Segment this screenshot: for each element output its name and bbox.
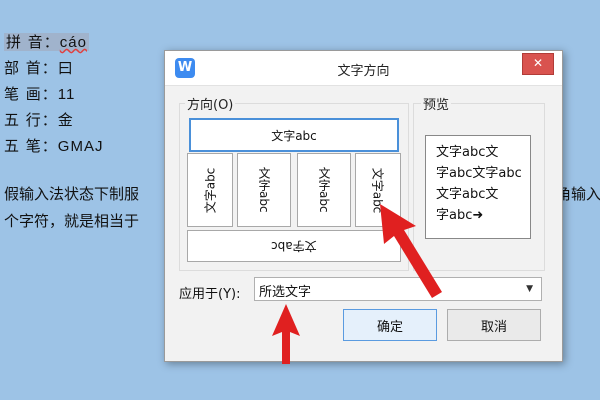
- doc-line-pinyin: 拼 音：cáo: [4, 31, 89, 52]
- option-vertical-rl-label: 文字abc: [317, 167, 331, 213]
- annotation-arrow-select: [272, 304, 300, 364]
- ok-button[interactable]: 确定: [343, 309, 437, 341]
- doc-value: 金: [57, 112, 74, 129]
- option-vertical-rl[interactable]: 文字abc: [297, 153, 351, 227]
- doc-value: GMAJ: [57, 138, 104, 155]
- option-rotate-up[interactable]: 文字abc: [187, 153, 233, 227]
- doc-body-line1: 假输入法状态下制服: [4, 185, 140, 203]
- preview-line: 文字abc文: [436, 187, 499, 202]
- option-horizontal[interactable]: 文字abc: [189, 118, 399, 152]
- cancel-button-label: 取消: [480, 319, 507, 335]
- doc-body-line2: 个字符，就是相当于: [4, 212, 140, 230]
- doc-label: 五 笔：: [4, 137, 58, 155]
- option-rotate-180[interactable]: 文字abc: [187, 230, 401, 262]
- direction-group-label: 方向(O): [185, 94, 236, 113]
- doc-value: 11: [57, 86, 76, 103]
- doc-label: 部 首：: [4, 59, 58, 77]
- preview-group-label: 预览: [421, 94, 452, 113]
- doc-line-bihua: 笔 画：11: [4, 83, 75, 104]
- option-rotate-up-label: 文字abc: [203, 167, 218, 213]
- doc-line-wubi: 五 笔：GMAJ: [4, 135, 103, 156]
- dialog-titlebar[interactable]: W 文字方向 ✕: [165, 51, 562, 86]
- preview-line: 文字abc文: [436, 145, 499, 160]
- dialog-title: 文字方向: [337, 64, 390, 79]
- annotation-arrow-option: [380, 204, 442, 298]
- option-vertical-stacked[interactable]: 文字abc: [237, 153, 291, 227]
- text-direction-dialog: W 文字方向 ✕ 方向(O) 文字abc 文字abc 文字abc 文字abc 文…: [164, 50, 563, 362]
- doc-label: 拼 音：: [6, 33, 60, 51]
- chevron-down-icon: ▼: [526, 284, 533, 294]
- doc-line-wuxing: 五 行：金: [4, 109, 74, 130]
- doc-value: 曰: [57, 60, 74, 77]
- option-horizontal-label: 文字abc: [271, 128, 317, 143]
- option-vertical-stacked-label: 文字abc: [257, 167, 271, 213]
- apply-to-label: 应用于(Y):: [179, 287, 241, 302]
- preview-line: 字abc➜: [436, 208, 484, 223]
- preview-line: 字abc文字abc: [436, 166, 522, 181]
- cancel-button[interactable]: 取消: [447, 309, 541, 341]
- option-rotate-180-label: 文字abc: [271, 238, 317, 253]
- doc-label: 五 行：: [4, 111, 58, 129]
- ok-button-label: 确定: [376, 319, 403, 335]
- doc-label: 笔 画：: [4, 85, 58, 103]
- close-button[interactable]: ✕: [522, 53, 554, 75]
- apply-to-value: 所选文字: [259, 285, 312, 300]
- doc-line-bushou: 部 首：曰: [4, 57, 74, 78]
- doc-value: cáo: [59, 34, 87, 51]
